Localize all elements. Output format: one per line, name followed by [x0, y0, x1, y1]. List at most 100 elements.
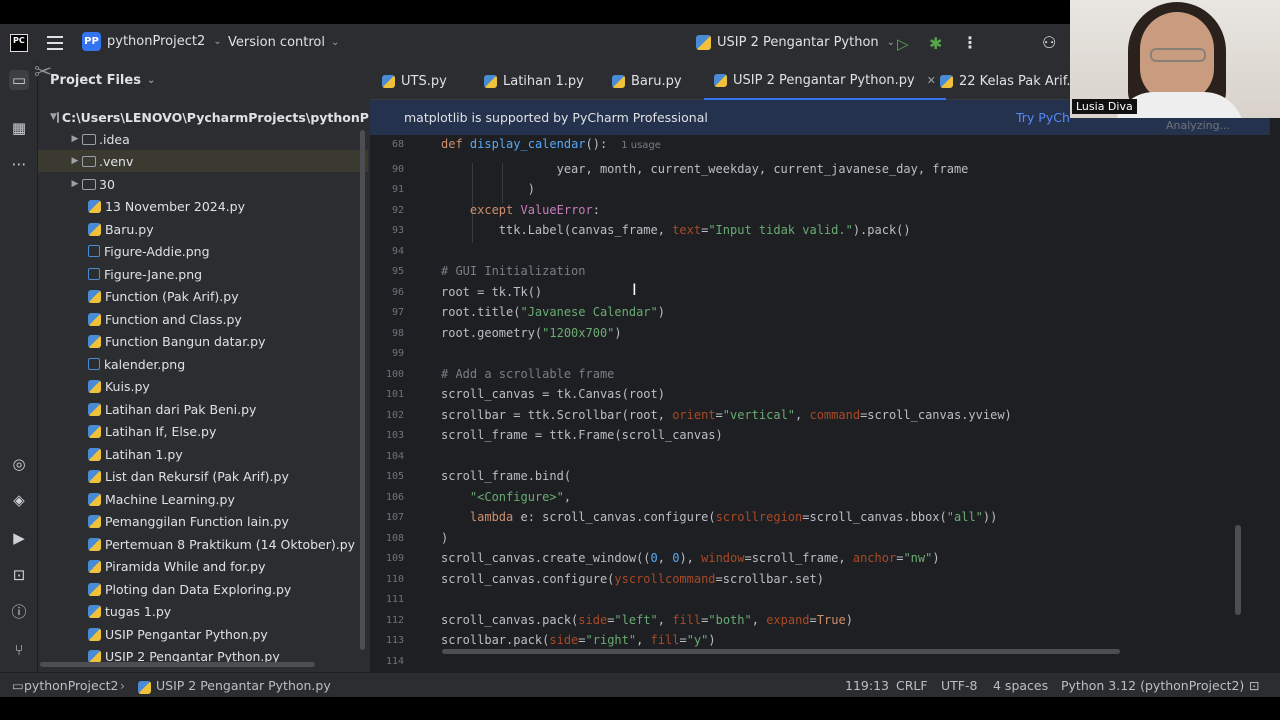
- text-cursor-icon: I: [632, 280, 637, 299]
- code-line: # GUI Initialization: [441, 264, 586, 278]
- tab-label: 22 Kelas Pak Arif.py: [959, 73, 1087, 89]
- python-file-icon: [88, 514, 101, 528]
- debug-icon[interactable]: ✱: [929, 34, 942, 53]
- tree-item-label: List dan Rekursif (Pak Arif).py: [104, 468, 289, 484]
- python-file-icon: [382, 74, 395, 88]
- python-interpreter[interactable]: Python 3.12 (pythonProject2): [1061, 678, 1244, 693]
- tab-latihan-1[interactable]: Latihan 1.py: [474, 62, 594, 100]
- indent-setting[interactable]: 4 spaces: [993, 678, 1048, 693]
- run-config-label: USIP 2 Pengantar Python: [717, 35, 879, 50]
- breadcrumb-file[interactable]: USIP 2 Pengantar Python.py: [156, 678, 331, 693]
- run-configuration-selector[interactable]: USIP 2 Pengantar Python ⌄: [696, 35, 895, 50]
- tab-usip-2[interactable]: USIP 2 Pengantar Python.py ✕: [704, 62, 946, 100]
- line-number: 98: [391, 328, 404, 339]
- tab-uts[interactable]: UTS.py: [372, 62, 457, 100]
- tree-item-file[interactable]: List dan Rekursif (Pak Arif).py: [88, 465, 418, 487]
- caret-position[interactable]: 119:13: [845, 678, 889, 693]
- chevron-right-icon[interactable]: ▶: [68, 179, 82, 189]
- folder-icon: [82, 178, 96, 190]
- python-file-icon: [138, 679, 151, 694]
- tree-item-file[interactable]: Pertemuan 8 Praktikum (14 Oktober).py: [88, 533, 418, 555]
- project-switcher[interactable]: PP pythonProject2 ⌄: [82, 32, 222, 51]
- line-separator[interactable]: CRLF: [896, 678, 928, 693]
- python-file-icon: [88, 582, 101, 596]
- chevron-right-icon[interactable]: ▶: [68, 134, 82, 144]
- tree-item-file[interactable]: Function (Pak Arif).py: [88, 285, 418, 307]
- code-line: scrollbar.pack(side="right", fill="y"): [441, 633, 716, 647]
- editor-area: UTS.py Latihan 1.py Baru.py USIP 2 Penga…: [370, 62, 1270, 672]
- editor-vertical-scrollbar[interactable]: [1235, 525, 1241, 615]
- analyzing-status: Analyzing...: [1166, 119, 1231, 132]
- tree-item-file[interactable]: 13 November 2024.py: [88, 195, 418, 217]
- banner-action-link[interactable]: Try PyCh: [1016, 110, 1070, 125]
- git-icon[interactable]: ⑂: [9, 640, 29, 660]
- code-editor[interactable]: 68 def display_calendar(): 1 usage 90 yea…: [370, 135, 1241, 672]
- project-horizontal-scrollbar[interactable]: [40, 662, 315, 667]
- line-number: 92: [391, 205, 404, 216]
- add-user-icon[interactable]: ⚇: [1042, 33, 1056, 52]
- project-badge: PP: [82, 32, 101, 51]
- tree-item-file[interactable]: tugas 1.py: [88, 600, 418, 622]
- packages-icon[interactable]: ◈: [9, 490, 29, 510]
- tree-item-file[interactable]: Piramida While and for.py: [88, 555, 418, 577]
- pycharm-window: PC PP pythonProject2 ⌄ Version control ⌄…: [0, 24, 1280, 697]
- tree-item-file[interactable]: kalender.png: [88, 353, 418, 375]
- line-number: 104: [385, 451, 404, 462]
- tree-item-file[interactable]: Kuis.py: [88, 375, 418, 397]
- participant-name: Lusia Diva: [1072, 99, 1137, 114]
- tree-item-file[interactable]: Machine Learning.py: [88, 488, 418, 510]
- tree-item-30[interactable]: ▶ 30: [68, 173, 398, 195]
- image-file-icon: [88, 268, 100, 280]
- main-menu-icon[interactable]: [47, 36, 63, 50]
- usage-hint[interactable]: 1 usage: [621, 140, 661, 151]
- tree-item-file[interactable]: Latihan 1.py: [88, 443, 418, 465]
- python-file-icon: [88, 289, 101, 303]
- breadcrumb-project[interactable]: pythonProject2: [24, 678, 118, 693]
- structure-icon[interactable]: ▦: [9, 118, 29, 138]
- python-console-icon[interactable]: ◎: [9, 454, 29, 474]
- problems-icon[interactable]: ⓘ: [9, 602, 29, 622]
- tree-item-file[interactable]: Pemanggilan Function lain.py: [88, 510, 418, 532]
- code-line: scroll_canvas.create_window((0, 0), wind…: [441, 551, 940, 565]
- tree-item-file[interactable]: Latihan dari Pak Beni.py: [88, 398, 418, 420]
- lock-icon[interactable]: ⊡: [1249, 678, 1259, 693]
- file-encoding[interactable]: UTF-8: [941, 678, 977, 693]
- tree-root[interactable]: ▼ C:\Users\LENOVO\PycharmProjects\python…: [50, 106, 396, 128]
- editor-horizontal-scrollbar[interactable]: [442, 649, 1120, 654]
- services-icon[interactable]: ▶: [9, 528, 29, 548]
- chevron-right-icon[interactable]: ▶: [68, 156, 82, 166]
- run-icon[interactable]: ▷: [897, 35, 909, 53]
- project-vertical-scrollbar[interactable]: [360, 130, 365, 650]
- python-file-icon: [88, 649, 101, 663]
- project-panel-header[interactable]: Project Files ⌄: [50, 73, 155, 88]
- tree-item-file[interactable]: Ploting dan Data Exploring.py: [88, 578, 418, 600]
- project-folder-icon[interactable]: ▭: [9, 70, 29, 90]
- more-actions-icon[interactable]: ⋮: [962, 33, 978, 52]
- code-line: def display_calendar(): 1 usage: [441, 137, 661, 151]
- tree-item-label: 13 November 2024.py: [104, 198, 245, 214]
- tree-item-label: Latihan dari Pak Beni.py: [104, 401, 257, 417]
- tree-item-file[interactable]: Function Bangun datar.py: [88, 330, 418, 352]
- chevron-down-icon[interactable]: ▼: [50, 112, 57, 122]
- code-line: "<Configure>",: [469, 490, 572, 504]
- tree-item-idea[interactable]: ▶ .idea: [68, 128, 398, 150]
- line-number: 94: [391, 246, 404, 257]
- tree-item-file[interactable]: Function and Class.py: [88, 308, 418, 330]
- version-control-menu[interactable]: Version control ⌄: [228, 35, 339, 50]
- tree-item-label: Function Bangun datar.py: [104, 333, 266, 349]
- terminal-icon[interactable]: ⊡: [9, 565, 29, 585]
- python-file-icon: [484, 74, 497, 88]
- code-line: scrollbar = ttk.Scrollbar(root, orient="…: [441, 408, 1012, 422]
- tree-item-file[interactable]: Figure-Jane.png: [88, 263, 418, 285]
- tree-item-file[interactable]: Figure-Addie.png: [88, 240, 418, 262]
- folder-icon: ▭: [12, 678, 24, 693]
- tree-item-label: Machine Learning.py: [104, 491, 235, 507]
- tree-item-file[interactable]: Baru.py: [88, 218, 418, 240]
- python-file-icon: [88, 469, 101, 483]
- more-tools-icon[interactable]: ⋯: [9, 154, 29, 174]
- tree-item-venv[interactable]: ▶ .venv: [38, 150, 368, 172]
- tree-item-file[interactable]: USIP Pengantar Python.py: [88, 623, 418, 645]
- chevron-down-icon: ⌄: [331, 37, 340, 48]
- tab-baru[interactable]: Baru.py: [602, 62, 692, 100]
- tree-item-file[interactable]: Latihan If, Else.py: [88, 420, 418, 442]
